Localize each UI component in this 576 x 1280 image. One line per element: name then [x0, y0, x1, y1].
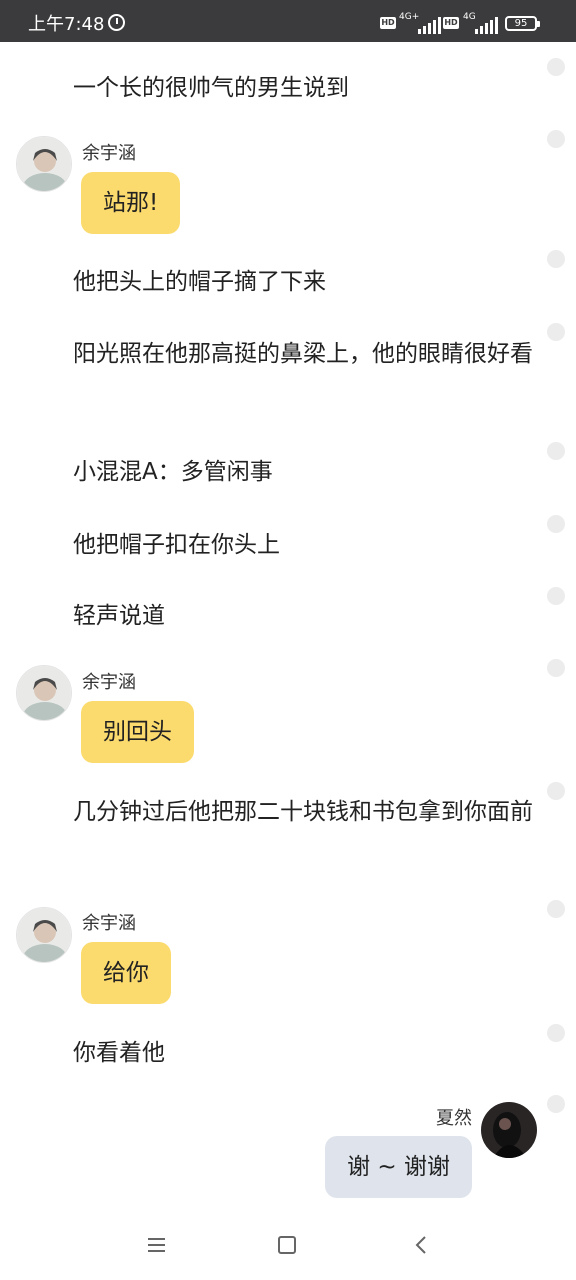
network-type-2: 4G	[463, 12, 476, 22]
system-nav-bar	[0, 1212, 576, 1280]
battery-level: 95	[514, 18, 528, 29]
network-indicator-1: HD 4G+	[380, 12, 441, 34]
speaker-name: 余宇涵	[82, 672, 136, 693]
narration-text: 他把帽子扣在你头上	[73, 532, 280, 558]
network-indicator-2: HD 4G	[443, 12, 499, 34]
signal-strength-icon	[418, 17, 441, 34]
chat-bubble[interactable]: 站那!	[81, 172, 181, 234]
menu-icon[interactable]	[148, 1238, 165, 1252]
chat-bubble[interactable]: 给你	[81, 942, 171, 1004]
narration-text: 轻声说道	[73, 603, 165, 629]
back-icon[interactable]	[412, 1234, 432, 1256]
speaker-name: 余宇涵	[82, 913, 136, 934]
home-icon[interactable]	[278, 1236, 296, 1254]
speaker-name: 余宇涵	[82, 143, 136, 164]
hd-badge-2: HD	[443, 17, 459, 29]
narration-text: 他把头上的帽子摘了下来	[73, 269, 326, 295]
speaker-name: 夏然	[436, 1108, 472, 1129]
scroll-dot	[547, 587, 565, 605]
scroll-dot	[547, 130, 565, 148]
narration-text: 阳光照在他那高挺的鼻梁上，他的眼睛很好看	[73, 341, 533, 367]
narration-text: 几分钟过后他把那二十块钱和书包拿到你面前	[73, 799, 533, 825]
alarm-clock-icon	[108, 14, 125, 31]
battery-icon: 95	[505, 16, 540, 31]
scroll-dot	[547, 1095, 565, 1113]
avatar-yu-yuhan[interactable]	[16, 136, 72, 192]
avatar-xia-ran[interactable]	[481, 1102, 537, 1158]
scroll-dot	[547, 900, 565, 918]
avatar-yu-yuhan[interactable]	[16, 907, 72, 963]
scroll-dot	[547, 250, 565, 268]
scroll-dot	[547, 442, 565, 460]
network-type-1: 4G+	[399, 12, 420, 22]
chat-bubble-self[interactable]: 谢 ~ 谢谢	[325, 1136, 472, 1198]
status-bar: 上午7:48 HD 4G+ HD 4G 95	[0, 0, 576, 42]
hd-badge-1: HD	[380, 17, 396, 29]
avatar-yu-yuhan[interactable]	[16, 665, 72, 721]
scroll-dot	[547, 782, 565, 800]
scroll-dot	[547, 515, 565, 533]
narration-text: 小混混A：多管闲事	[73, 459, 273, 485]
status-time: 上午7:48	[28, 14, 105, 35]
scroll-dot	[547, 323, 565, 341]
chat-feed[interactable]: 一个长的很帅气的男生说到 余宇涵 站那! 他把头上的帽子摘了下来 阳光照在他那高…	[0, 42, 576, 1212]
scroll-dot	[547, 1024, 565, 1042]
narration-text: 一个长的很帅气的男生说到	[73, 75, 349, 101]
chat-bubble[interactable]: 别回头	[81, 701, 194, 763]
scroll-dot	[547, 58, 565, 76]
narration-text: 你看着他	[73, 1040, 165, 1066]
signal-strength-icon	[475, 17, 498, 34]
scroll-dot	[547, 659, 565, 677]
